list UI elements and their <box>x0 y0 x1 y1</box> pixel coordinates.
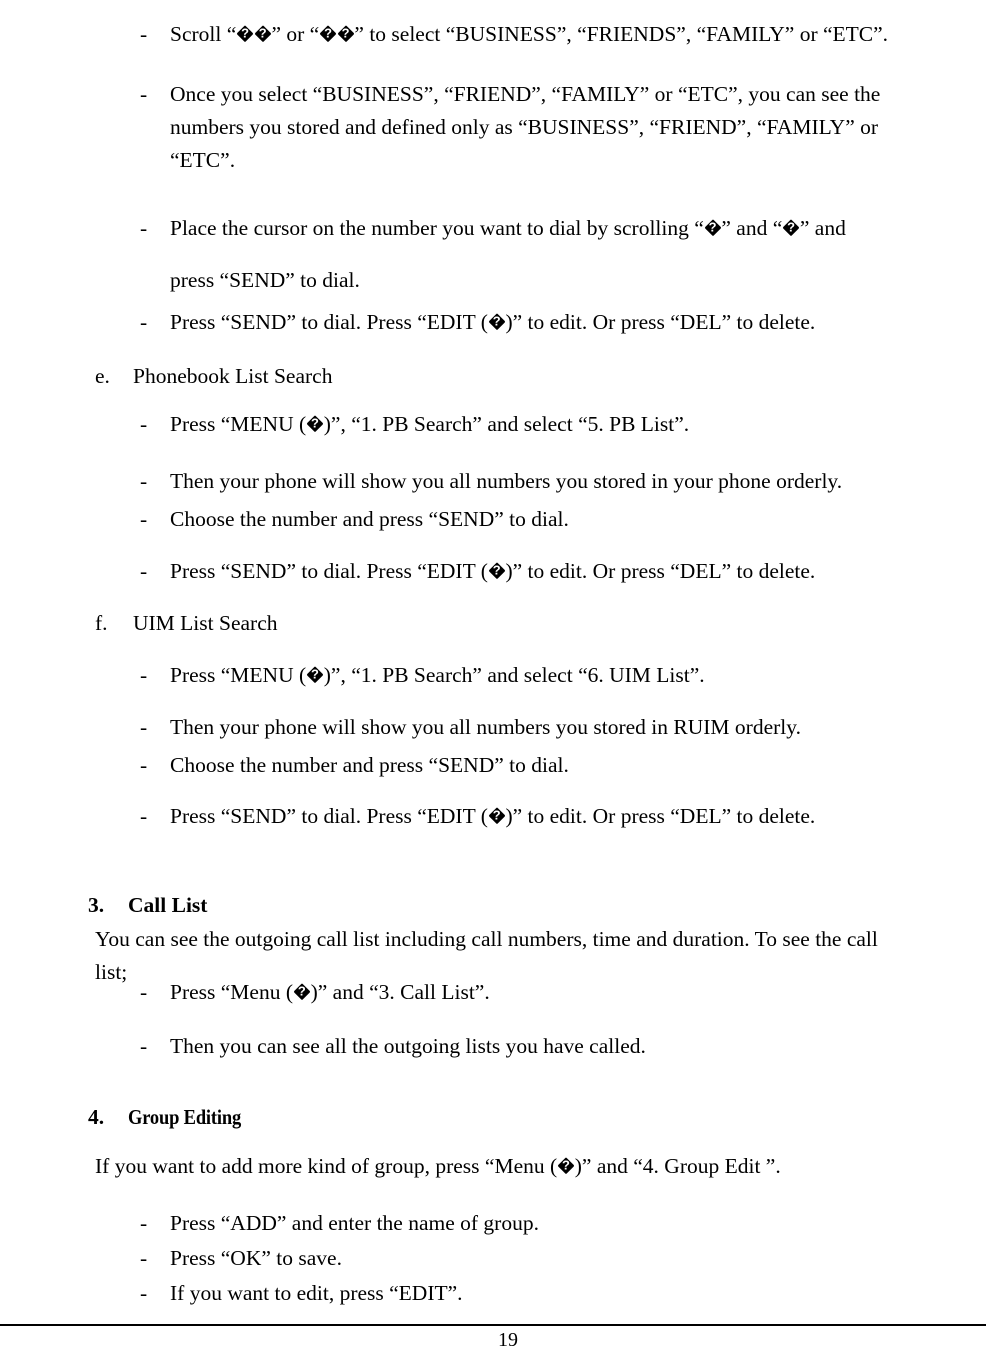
list-item: - Press “SEND” to dial. Press “EDIT ()” … <box>140 800 900 833</box>
list-item-text: Then your phone will show you all number… <box>170 469 843 493</box>
list-item-text: Scroll “” or “” to select “BUSINESS”, “F… <box>170 18 900 51</box>
replacement-character-icon <box>293 984 310 1001</box>
replacement-character-icon <box>488 808 505 825</box>
dash-marker: - <box>140 216 148 240</box>
list-item: - Then your phone will show you all numb… <box>140 465 900 498</box>
section-heading-text: Group Editing <box>128 1105 242 1129</box>
list-item-text: If you want to edit, press “EDIT”. <box>170 1281 463 1305</box>
dash-marker: - <box>140 1246 148 1270</box>
section-heading-f: f. UIM List Search <box>95 607 795 640</box>
dash-marker: - <box>140 22 148 46</box>
dash-marker: - <box>140 469 148 493</box>
list-item-text: Choose the number and press “SEND” to di… <box>170 753 569 777</box>
dash-marker: - <box>140 753 148 777</box>
list-item-text: Then your phone will show you all number… <box>170 715 801 739</box>
list-item-text: Press “SEND” to dial. Press “EDIT ()” to… <box>170 800 900 833</box>
section-heading-4: 4. Group Editing <box>88 1102 788 1132</box>
replacement-character-icon <box>337 26 354 43</box>
section-letter-marker: f. <box>95 611 108 635</box>
footer-divider <box>0 1324 986 1326</box>
dash-marker: - <box>140 663 148 687</box>
replacement-character-icon <box>782 220 799 237</box>
document-page: - Scroll “” or “” to select “BUSINESS”, … <box>0 0 1003 1352</box>
list-item: - Place the cursor on the number you wan… <box>140 202 895 306</box>
paragraph: If you want to add more kind of group, p… <box>95 1150 915 1183</box>
section-heading-text: Call List <box>128 893 208 917</box>
dash-marker: - <box>140 412 148 436</box>
list-item-text: Press “MENU ()”, “1. PB Search” and sele… <box>170 408 900 441</box>
section-number-marker: 4. <box>88 1105 105 1129</box>
replacement-character-icon <box>488 563 505 580</box>
replacement-character-icon <box>319 26 336 43</box>
dash-marker: - <box>140 507 148 531</box>
replacement-character-icon <box>557 1158 574 1175</box>
list-item-text: Then you can see all the outgoing lists … <box>170 1034 646 1058</box>
list-item-text: Press “SEND” to dial. Press “EDIT ()” to… <box>170 306 900 339</box>
dash-marker: - <box>140 559 148 583</box>
dash-marker: - <box>140 1281 148 1305</box>
list-item: - Choose the number and press “SEND” to … <box>140 503 900 536</box>
dash-marker: - <box>140 980 148 1004</box>
list-item: - Press “OK” to save. <box>140 1242 900 1275</box>
replacement-character-icon <box>704 220 721 237</box>
dash-marker: - <box>140 82 148 106</box>
replacement-character-icon <box>488 314 505 331</box>
list-item-text: Press “MENU ()”, “1. PB Search” and sele… <box>170 659 900 692</box>
section-letter-marker: e. <box>95 364 110 388</box>
list-item-text: Once you select “BUSINESS”, “FRIEND”, “F… <box>170 82 881 172</box>
list-item: - Scroll “” or “” to select “BUSINESS”, … <box>140 18 900 51</box>
section-heading-text: UIM List Search <box>133 611 278 635</box>
list-item-text: Press “ADD” and enter the name of group. <box>170 1211 539 1235</box>
dash-marker: - <box>140 1034 148 1058</box>
list-item-text: Press “OK” to save. <box>170 1246 342 1270</box>
list-item: - If you want to edit, press “EDIT”. <box>140 1277 900 1310</box>
list-item: - Press “SEND” to dial. Press “EDIT ()” … <box>140 306 900 339</box>
list-item: - Press “ADD” and enter the name of grou… <box>140 1207 900 1240</box>
replacement-character-icon <box>306 416 323 433</box>
replacement-character-icon <box>306 667 323 684</box>
list-item-text: Place the cursor on the number you want … <box>170 202 895 306</box>
list-item: - Then you can see all the outgoing list… <box>140 1030 900 1063</box>
list-item: - Choose the number and press “SEND” to … <box>140 749 900 782</box>
list-item: - Press “MENU ()”, “1. PB Search” and se… <box>140 408 900 441</box>
dash-marker: - <box>140 1211 148 1235</box>
list-item-text: Press “Menu ()” and “3. Call List”. <box>170 976 900 1009</box>
list-item-text: Press “SEND” to dial. Press “EDIT ()” to… <box>170 555 900 588</box>
list-item: - Press “SEND” to dial. Press “EDIT ()” … <box>140 555 900 588</box>
section-heading-3: 3. Call List <box>88 890 788 920</box>
list-item-text: Choose the number and press “SEND” to di… <box>170 507 569 531</box>
list-item: - Once you select “BUSINESS”, “FRIEND”, … <box>140 78 890 177</box>
list-item: - Press “Menu ()” and “3. Call List”. <box>140 976 900 1009</box>
replacement-character-icon <box>236 26 253 43</box>
replacement-character-icon <box>254 26 271 43</box>
list-item: - Press “MENU ()”, “1. PB Search” and se… <box>140 659 900 692</box>
section-number-marker: 3. <box>88 893 105 917</box>
section-heading-text: Phonebook List Search <box>133 364 333 388</box>
dash-marker: - <box>140 715 148 739</box>
dash-marker: - <box>140 804 148 828</box>
list-item: - Then your phone will show you all numb… <box>140 711 900 744</box>
dash-marker: - <box>140 310 148 334</box>
section-heading-e: e. Phonebook List Search <box>95 360 795 393</box>
page-number: 19 <box>498 1329 518 1351</box>
